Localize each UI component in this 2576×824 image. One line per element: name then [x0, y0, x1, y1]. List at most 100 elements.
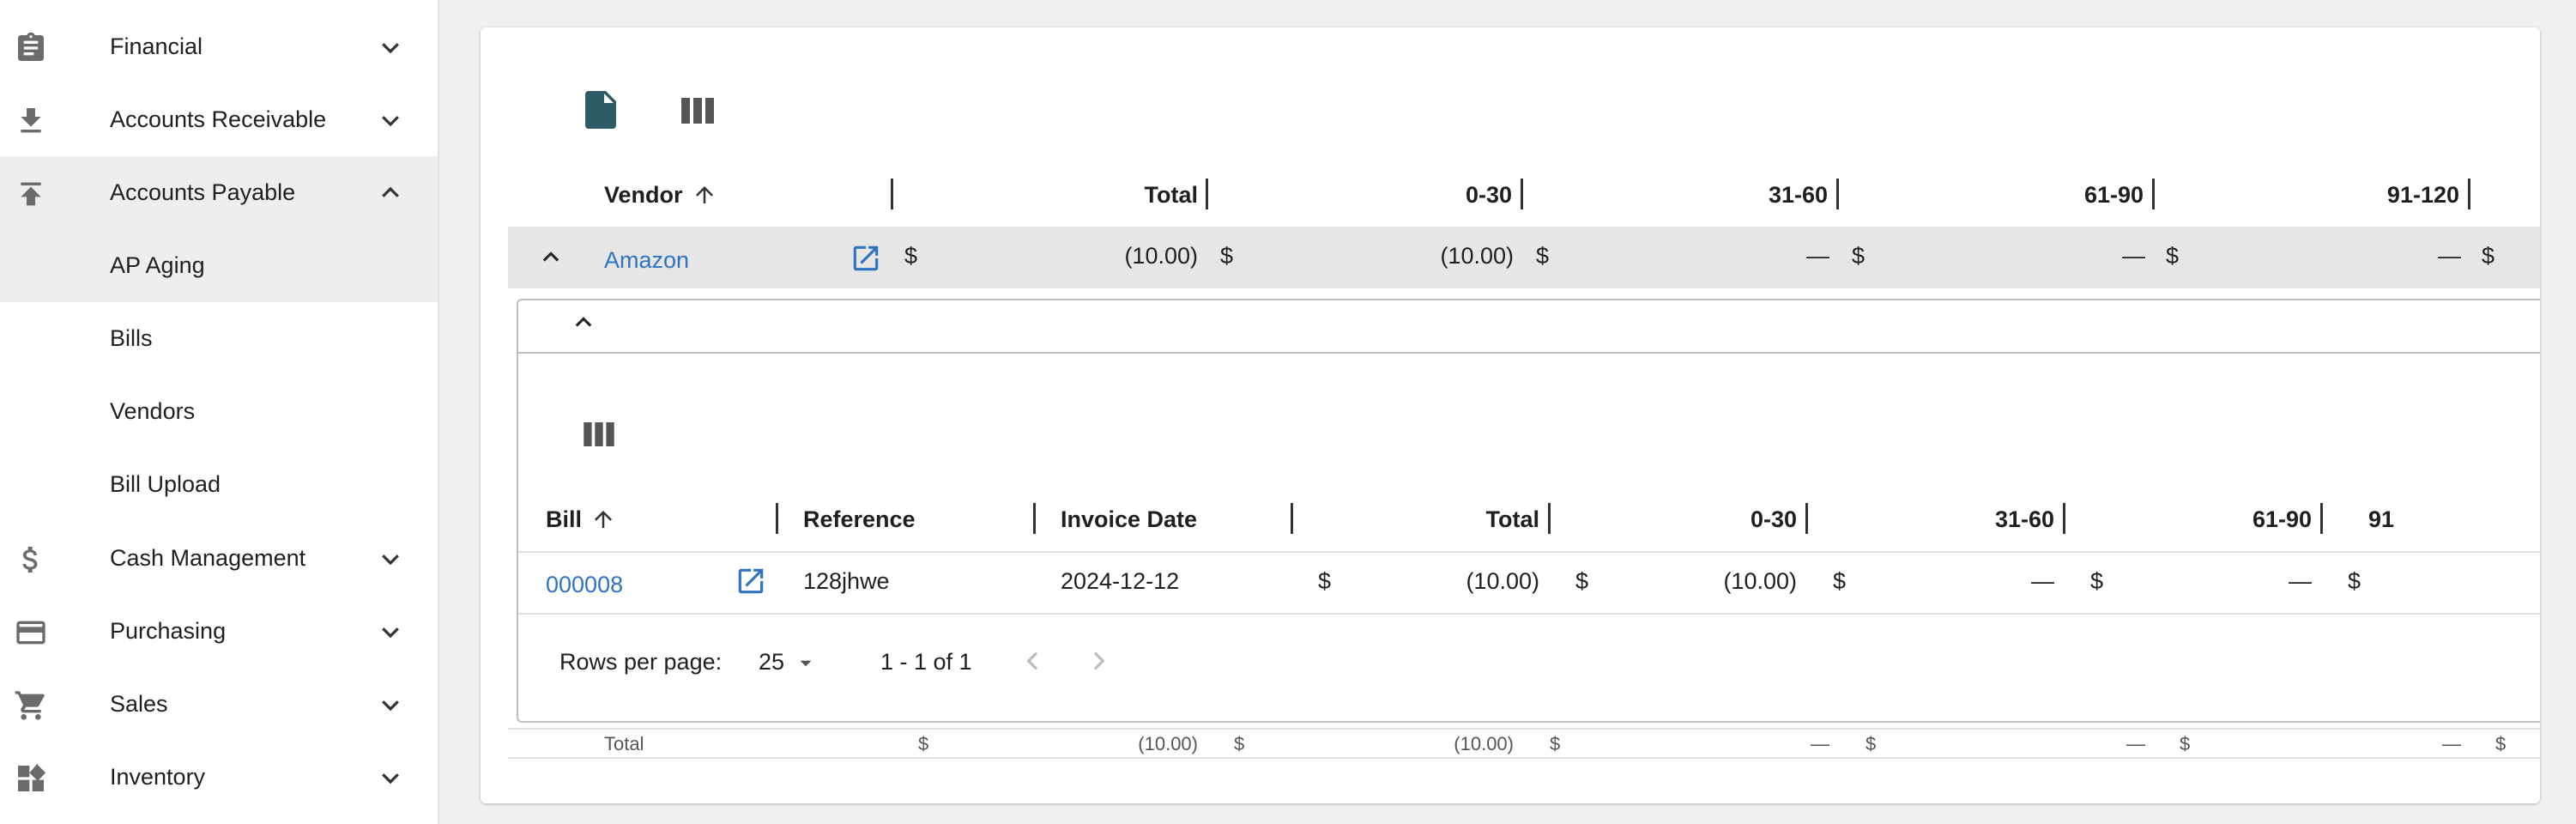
totals-61-90: — — [2126, 733, 2145, 754]
rows-per-page-select[interactable]: 25 — [759, 642, 827, 680]
bill-link[interactable]: 000008 — [546, 570, 623, 599]
col-header-0-30[interactable]: 0-30 — [1599, 505, 1797, 534]
vendor-link[interactable]: Amazon — [604, 245, 689, 275]
bill-0-30: (10.00) — [1723, 568, 1797, 594]
vendor-31-60: — — [1806, 243, 1829, 269]
bill-31-60: — — [2031, 568, 2054, 594]
dollar-icon — [22, 547, 38, 573]
col-header-0-30[interactable]: 0-30 — [1309, 180, 1512, 209]
currency-symbol: $ — [1865, 733, 1877, 754]
sidebar-item-label: Accounts Receivable — [110, 106, 327, 132]
col-header-vendor[interactable]: Vendor — [604, 180, 683, 209]
chevron-up-icon[interactable] — [378, 180, 403, 206]
columns-icon[interactable] — [584, 422, 614, 446]
sidebar-item-label: Cash Management — [110, 545, 306, 571]
chevron-down-icon[interactable] — [378, 34, 403, 60]
rows-per-page-label: Rows per page: — [559, 649, 723, 675]
col-header-31-60[interactable]: 31-60 — [1624, 180, 1828, 209]
sidebar-item-inventory[interactable]: Inventory — [0, 741, 438, 814]
sort-arrow-up-icon[interactable] — [692, 182, 717, 208]
column-divider[interactable] — [2468, 179, 2470, 209]
column-divider[interactable] — [1548, 503, 1551, 534]
chevron-right-icon[interactable] — [1085, 647, 1112, 675]
chevron-left-icon[interactable] — [1019, 647, 1047, 675]
bill-total: (10.00) — [1466, 568, 1539, 594]
vendor-total: (10.00) — [1124, 243, 1198, 269]
sidebar-item-cash-management[interactable]: Cash Management — [0, 522, 438, 595]
clipboard-icon — [18, 32, 44, 61]
column-divider[interactable] — [1206, 179, 1208, 209]
column-divider[interactable] — [1521, 179, 1523, 209]
totals-91-120: — — [2442, 733, 2461, 754]
collapse-panel-icon[interactable] — [571, 311, 596, 335]
currency-symbol: $ — [904, 243, 918, 269]
chevron-down-icon[interactable] — [378, 107, 403, 133]
col-header-reference[interactable]: Reference — [803, 505, 916, 534]
column-divider[interactable] — [1836, 179, 1839, 209]
column-divider[interactable] — [891, 179, 893, 209]
sidebar-item-vendors[interactable]: Vendors — [0, 375, 438, 448]
open-in-new-icon[interactable] — [850, 242, 882, 275]
sidebar: Financial Accounts Receivable Accounts P… — [0, 0, 439, 824]
bill-61-90: — — [2289, 568, 2312, 594]
currency-symbol: $ — [1318, 568, 1332, 594]
vendor-0-30: (10.00) — [1440, 243, 1514, 269]
document-icon[interactable] — [585, 91, 620, 129]
col-header-total[interactable]: Total — [995, 180, 1199, 209]
column-divider[interactable] — [2063, 503, 2065, 534]
sort-arrow-up-icon[interactable] — [590, 506, 616, 532]
sidebar-item-label: Bill Upload — [110, 471, 221, 497]
currency-symbol: $ — [2090, 568, 2104, 594]
collapse-row-icon[interactable] — [539, 245, 563, 270]
col-header-31-60[interactable]: 31-60 — [1857, 505, 2054, 534]
sidebar-item-bills[interactable]: Bills — [0, 302, 438, 375]
sidebar-item-financial[interactable]: Financial — [0, 10, 438, 83]
columns-icon[interactable] — [681, 98, 714, 124]
credit-card-icon — [16, 621, 45, 645]
column-divider[interactable] — [2152, 179, 2155, 209]
sidebar-item-sales[interactable]: Sales — [0, 668, 438, 741]
sidebar-item-label: Purchasing — [110, 618, 227, 644]
widgets-icon — [18, 763, 46, 791]
col-header-61-90[interactable]: 61-90 — [2114, 505, 2312, 534]
bill-invoice-date: 2024-12-12 — [1061, 568, 1180, 594]
upload-icon — [21, 182, 41, 206]
sidebar-item-accounts-payable[interactable]: Accounts Payable — [0, 156, 438, 229]
sidebar-item-accounts-receivable[interactable]: Accounts Receivable — [0, 83, 438, 156]
sidebar-item-bill-upload[interactable]: Bill Upload — [0, 448, 438, 521]
vendor-row[interactable]: Amazon $ (10.00) $ (10.00) $ — $ — $ — $ — [508, 227, 2540, 288]
sidebar-item-purchasing[interactable]: Purchasing — [0, 595, 438, 668]
open-in-new-icon[interactable] — [735, 565, 767, 597]
column-divider[interactable] — [2320, 503, 2323, 534]
chevron-down-icon[interactable] — [378, 692, 403, 718]
currency-symbol: $ — [1833, 568, 1847, 594]
column-divider[interactable] — [1033, 503, 1036, 534]
chevron-down-icon[interactable] — [378, 765, 403, 791]
chevron-down-icon[interactable] — [378, 546, 403, 572]
row-divider — [508, 757, 2540, 759]
chevron-down-icon[interactable] — [378, 619, 403, 645]
currency-symbol: $ — [2348, 568, 2361, 594]
col-header-61-90[interactable]: 61-90 — [1939, 180, 2144, 209]
currency-symbol: $ — [1550, 733, 1561, 754]
column-divider[interactable] — [776, 503, 778, 534]
sidebar-item-label: Inventory — [110, 764, 206, 790]
currency-symbol: $ — [2482, 243, 2495, 269]
currency-symbol: $ — [2180, 733, 2191, 754]
cart-icon — [15, 691, 45, 720]
col-header-bill[interactable]: Bill — [546, 505, 582, 534]
col-header-91-120[interactable]: 91 — [2368, 505, 2394, 534]
sidebar-item-ap-aging[interactable]: AP Aging — [0, 229, 438, 302]
column-divider[interactable] — [1805, 503, 1808, 534]
download-icon — [21, 108, 41, 133]
table-row[interactable]: 000008 128jhwe 2024-12-12 $ (10.00) $ (1… — [518, 553, 2540, 613]
vendor-91-120: — — [2438, 243, 2461, 269]
currency-symbol: $ — [1536, 243, 1550, 269]
col-header-total[interactable]: Total — [1342, 505, 1540, 534]
currency-symbol: $ — [1575, 568, 1589, 594]
col-header-invoice-date[interactable]: Invoice Date — [1061, 505, 1197, 534]
col-header-91-120[interactable]: 91-120 — [2255, 180, 2459, 209]
sidebar-item-label: Financial — [110, 33, 203, 59]
column-divider[interactable] — [1291, 503, 1293, 534]
sidebar-item-label: Vendors — [110, 398, 196, 424]
